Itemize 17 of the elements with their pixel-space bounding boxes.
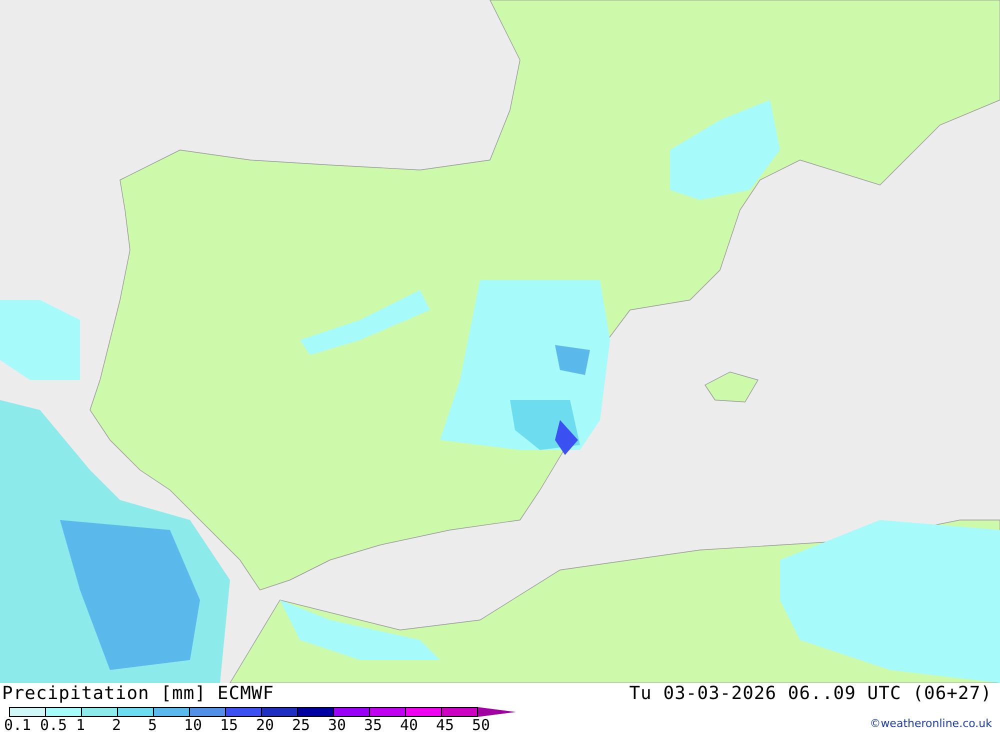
credit-text: ©weatheronline.co.uk [870, 717, 992, 730]
valid-time: Tu 03-03-2026 06..09 UTC (06+27) [629, 683, 992, 705]
scale-label: 1 [76, 717, 86, 733]
scale-label: 30 [328, 717, 348, 733]
scale-label: 35 [364, 717, 384, 733]
scale-label: 0.1 [4, 717, 32, 733]
scale-label: 45 [436, 717, 456, 733]
scale-label: 10 [184, 717, 204, 733]
scale-label: 2 [112, 717, 122, 733]
scale-label: 0.5 [40, 717, 68, 733]
scale-label: 50 [472, 717, 492, 733]
scale-label: 5 [148, 717, 158, 733]
chart-title: Precipitation [mm] ECMWF [2, 683, 276, 705]
scale-label: 40 [400, 717, 420, 733]
scale-label: 25 [292, 717, 312, 733]
scale-label: 20 [256, 717, 276, 733]
scale-label: 15 [220, 717, 240, 733]
